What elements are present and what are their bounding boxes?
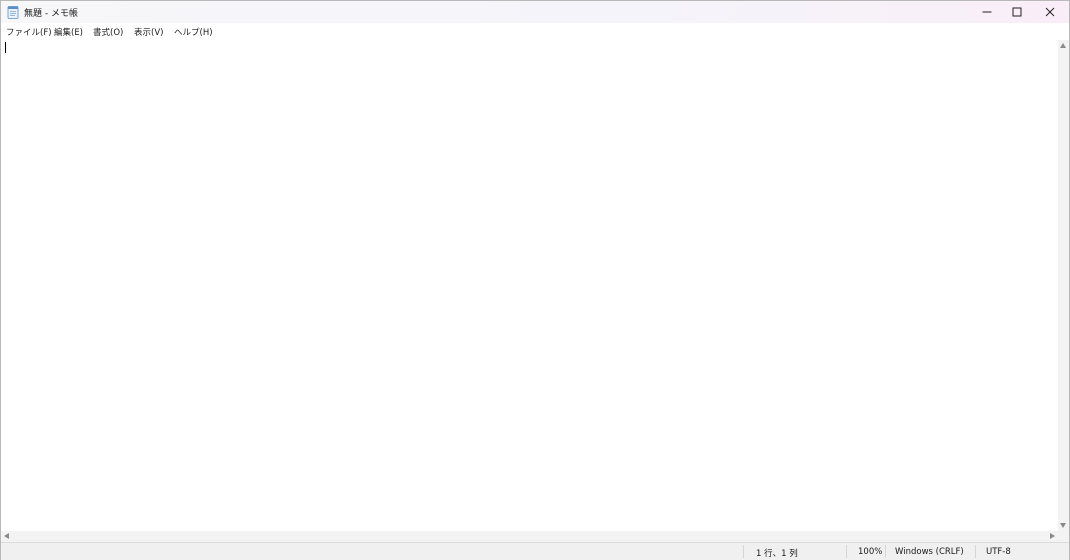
title-bar[interactable]: 無題 - メモ帳 — [1, 1, 1069, 23]
minimize-icon — [982, 11, 992, 13]
status-divider — [846, 545, 847, 558]
menu-view[interactable]: 表示(V) — [134, 26, 163, 38]
window-title: 無題 - メモ帳 — [24, 9, 78, 19]
horizontal-scrollbar[interactable] — [1, 531, 1058, 542]
vertical-scrollbar[interactable] — [1058, 40, 1069, 531]
zoom-level: 100% — [858, 547, 883, 557]
menu-help[interactable]: ヘルプ(H) — [174, 26, 213, 38]
cursor-position: 1 行、1 列 — [756, 549, 798, 559]
close-button[interactable] — [1035, 1, 1065, 23]
status-divider — [743, 545, 744, 558]
menu-file[interactable]: ファイル(F) — [6, 26, 52, 38]
scroll-up-arrow-icon[interactable] — [1060, 43, 1066, 48]
scroll-right-arrow-icon[interactable] — [1050, 533, 1055, 539]
status-divider — [885, 545, 886, 558]
close-icon — [1045, 7, 1055, 17]
menu-bar: ファイル(F) 編集(E) 書式(O) 表示(V) ヘルプ(H) — [1, 23, 1069, 40]
status-bar: 1 行、1 列 100% Windows (CRLF) UTF-8 — [1, 542, 1069, 560]
notepad-window: 無題 - メモ帳 ファイル(F) 編集(E) 書式(O) 表示(V) ヘルプ(H… — [0, 0, 1070, 560]
scroll-left-arrow-icon[interactable] — [4, 533, 9, 539]
scroll-down-arrow-icon[interactable] — [1060, 523, 1066, 528]
text-caret — [5, 42, 6, 53]
menu-edit[interactable]: 編集(E) — [54, 26, 83, 38]
text-encoding: UTF-8 — [986, 547, 1011, 557]
status-divider — [975, 545, 976, 558]
maximize-icon — [1012, 7, 1022, 17]
scrollbar-corner — [1058, 531, 1069, 542]
menu-format[interactable]: 書式(O) — [93, 26, 123, 38]
maximize-button[interactable] — [1002, 1, 1032, 23]
line-ending: Windows (CRLF) — [895, 547, 964, 557]
notepad-icon — [7, 6, 19, 19]
minimize-button[interactable] — [972, 1, 1002, 23]
text-editor[interactable] — [1, 40, 1058, 531]
